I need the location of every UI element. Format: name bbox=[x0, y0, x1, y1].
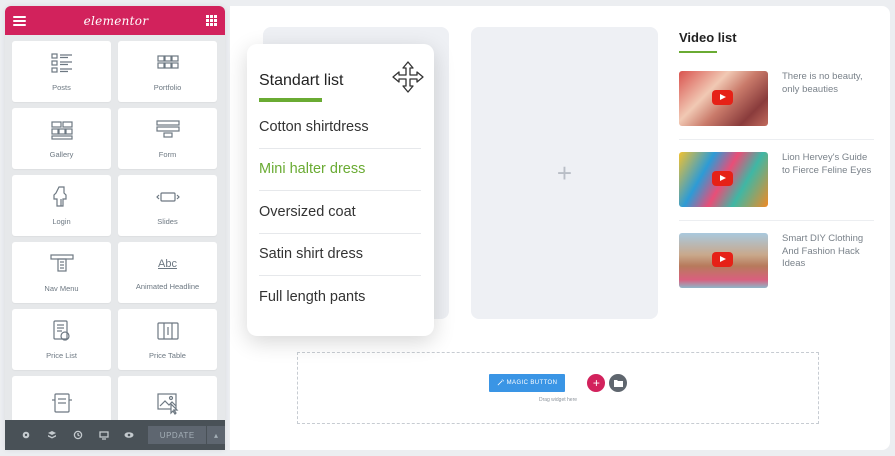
widgets-grid: Posts Portfolio Gallery Form Login Slide… bbox=[5, 35, 225, 437]
plus-icon: + bbox=[592, 375, 600, 390]
update-button[interactable]: UPDATE bbox=[148, 426, 207, 444]
widget-label: Gallery bbox=[49, 150, 74, 159]
posts-icon bbox=[50, 53, 72, 73]
drop-zone-hint: Drag widget here bbox=[538, 396, 578, 403]
elementor-logo: elementor bbox=[83, 13, 149, 28]
save-options-button[interactable]: ▴ bbox=[207, 426, 225, 444]
menu-icon[interactable] bbox=[13, 15, 26, 26]
video-item[interactable]: Lion Hervey's Guide to Fierce Feline Eye… bbox=[679, 152, 874, 221]
widget-portfolio[interactable]: Portfolio bbox=[118, 41, 217, 102]
price-table-icon bbox=[156, 322, 179, 340]
slides-icon bbox=[155, 192, 180, 202]
standart-list-widget[interactable]: Standart list Cotton shirtdress Mini hal… bbox=[247, 44, 434, 336]
widget-label: Price Table bbox=[149, 351, 186, 360]
add-widget-plus-icon[interactable]: + bbox=[557, 160, 572, 186]
portfolio-icon bbox=[156, 55, 179, 69]
move-icon[interactable] bbox=[391, 60, 425, 94]
add-template-button[interactable] bbox=[609, 373, 628, 392]
video-thumbnail[interactable] bbox=[679, 71, 768, 126]
navigator-icon[interactable] bbox=[39, 420, 65, 450]
title-underline bbox=[259, 98, 322, 102]
widgets-grid-icon[interactable] bbox=[205, 15, 217, 26]
youtube-play-icon[interactable] bbox=[712, 90, 733, 105]
video-list-title: Video list bbox=[679, 30, 737, 45]
magic-button[interactable]: MAGIC BUTTON bbox=[488, 373, 566, 392]
widget-form[interactable]: Form bbox=[118, 108, 217, 169]
widget-posts[interactable]: Posts bbox=[12, 41, 111, 102]
widget-label: Posts bbox=[52, 83, 71, 92]
panel-header: elementor bbox=[5, 6, 225, 35]
flip-box-icon bbox=[51, 392, 72, 413]
video-title[interactable]: Smart DIY Clothing And Fashion Hack Idea… bbox=[782, 233, 874, 271]
list-item-active[interactable]: Mini halter dress bbox=[259, 149, 421, 191]
login-icon bbox=[52, 186, 67, 207]
widget-label: Slides bbox=[157, 217, 178, 226]
responsive-icon[interactable] bbox=[91, 420, 117, 450]
widget-label: Form bbox=[158, 150, 177, 159]
nav-menu-icon bbox=[49, 254, 74, 272]
drop-zone-actions: MAGIC BUTTON + bbox=[488, 373, 628, 392]
widget-label: Portfolio bbox=[153, 83, 182, 92]
video-thumbnail[interactable] bbox=[679, 152, 768, 207]
widget-drop-zone[interactable]: MAGIC BUTTON + Drag widget here bbox=[297, 352, 819, 424]
gallery-icon bbox=[50, 121, 73, 140]
video-title[interactable]: There is no beauty, only beauties bbox=[782, 71, 874, 96]
youtube-play-icon[interactable] bbox=[712, 171, 733, 186]
animated-headline-icon: Abc bbox=[158, 257, 177, 270]
settings-icon[interactable] bbox=[13, 420, 39, 450]
widget-price-list[interactable]: Price List bbox=[12, 309, 111, 370]
video-thumbnail[interactable] bbox=[679, 233, 768, 288]
title-underline bbox=[679, 51, 717, 53]
widget-label: Price List bbox=[46, 351, 77, 360]
widget-animated-headline[interactable]: Abc Animated Headline bbox=[118, 242, 217, 303]
video-list-widget: Video list There is no beauty, only beau… bbox=[679, 26, 874, 314]
widget-slides[interactable]: Slides bbox=[118, 175, 217, 236]
youtube-play-icon[interactable] bbox=[712, 252, 733, 267]
magic-button-label: MAGIC BUTTON bbox=[506, 379, 558, 386]
history-icon[interactable] bbox=[65, 420, 91, 450]
widget-label: Login bbox=[52, 217, 71, 226]
widget-label: Animated Headline bbox=[135, 281, 200, 291]
empty-column[interactable]: + bbox=[471, 27, 658, 319]
video-title[interactable]: Lion Hervey's Guide to Fierce Feline Eye… bbox=[782, 152, 874, 177]
widget-price-table[interactable]: Price Table bbox=[118, 309, 217, 370]
panel-footer: UPDATE ▴ bbox=[5, 420, 225, 450]
chevron-up-icon: ▴ bbox=[214, 430, 219, 440]
image-icon bbox=[156, 392, 178, 415]
elementor-panel: elementor Posts Portfolio Gallery Form L… bbox=[5, 6, 225, 450]
widget-label: Nav Menu bbox=[44, 284, 79, 293]
folder-icon bbox=[613, 379, 623, 387]
video-item[interactable]: Smart DIY Clothing And Fashion Hack Idea… bbox=[679, 233, 874, 302]
magic-wand-icon bbox=[497, 379, 504, 386]
add-section-button[interactable]: + bbox=[587, 373, 606, 392]
widget-gallery[interactable]: Gallery bbox=[12, 108, 111, 169]
list-item[interactable]: Cotton shirtdress bbox=[259, 106, 421, 149]
price-list-icon bbox=[52, 320, 70, 341]
list-item[interactable]: Full length pants bbox=[259, 276, 421, 319]
form-icon bbox=[155, 120, 180, 138]
widget-nav-menu[interactable]: Nav Menu bbox=[12, 242, 111, 303]
video-item[interactable]: There is no beauty, only beauties bbox=[679, 71, 874, 140]
widget-login[interactable]: Login bbox=[12, 175, 111, 236]
list-item[interactable]: Oversized coat bbox=[259, 191, 421, 234]
list-item[interactable]: Satin shirt dress bbox=[259, 234, 421, 276]
preview-icon[interactable] bbox=[117, 420, 143, 450]
